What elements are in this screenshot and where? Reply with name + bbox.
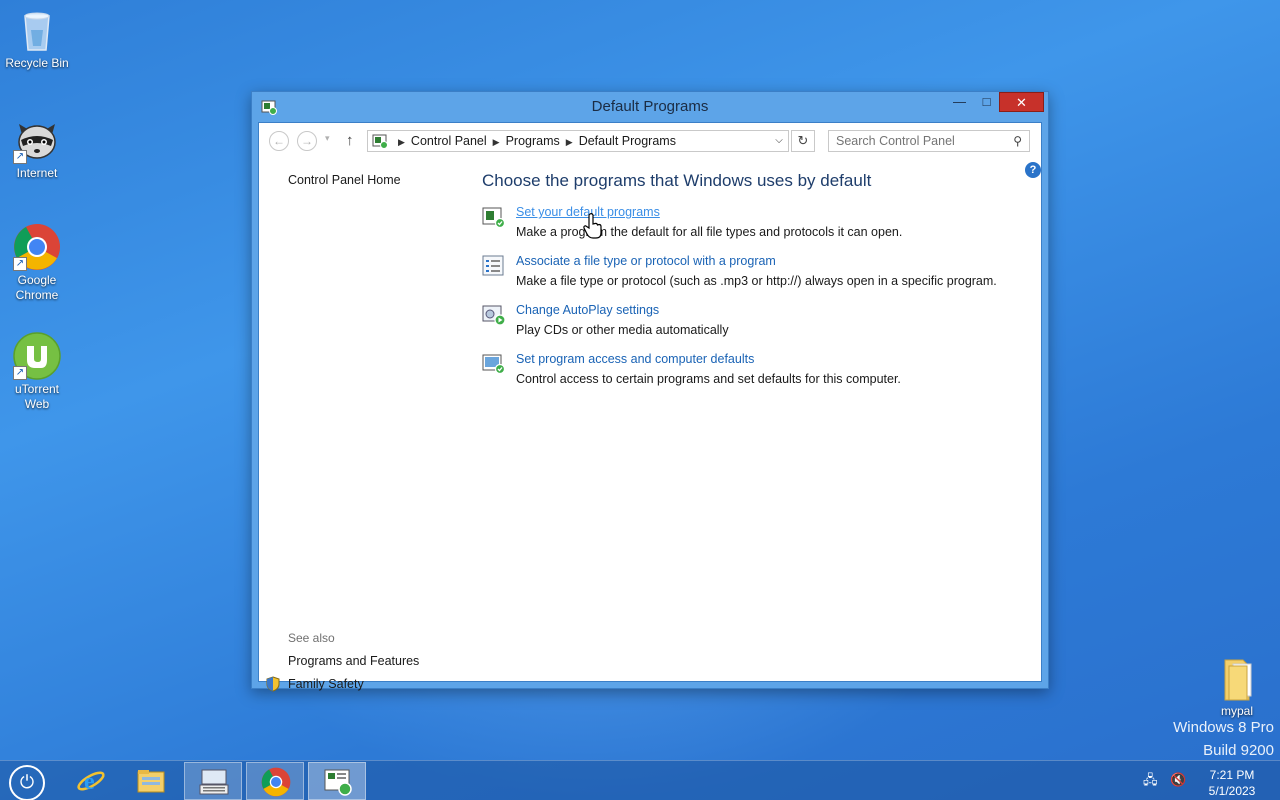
desktop-icon-label: Google Chrome [15,273,59,302]
breadcrumb-item-programs[interactable]: Programs [506,134,560,148]
breadcrumb-item-default-programs[interactable]: Default Programs [579,134,676,148]
chrome-icon: ↗ [13,223,61,271]
internet-explorer-icon: e [77,769,105,795]
breadcrumb-separator-icon[interactable]: ▶ [493,137,500,147]
chrome-icon [261,767,291,797]
desktop-icon-recycle-bin[interactable]: Recycle Bin [0,6,74,71]
keyboard-icon [199,769,229,795]
task-description: Control access to certain programs and s… [516,372,901,386]
minimize-button[interactable]: — [946,92,973,112]
program-access-icon [482,354,506,375]
window-content: ← → ▾ ↑ ▶ Control Panel ▶ Programs ▶ Default … [258,122,1042,692]
default-programs-window: Default Programs — □ ✕ ← → ▾ ↑ ▶ Control … [251,91,1049,692]
maximize-button[interactable]: □ [973,92,1000,112]
see-also-title: See also [288,631,335,645]
programs-and-features-link[interactable]: Programs and Features [288,654,488,668]
taskbar: ⏻ e 🖧 🔇 7:21 PM 5/1/2023 [0,760,1280,800]
task-description: Play CDs or other media automatically [516,323,729,337]
task-change-autoplay: Change AutoPlay settings Play CDs or oth… [482,303,1022,352]
navigation-bar: ← → ▾ ↑ ▶ Control Panel ▶ Programs ▶ Default … [259,123,1041,159]
taskbar-item-google-chrome[interactable] [246,762,304,800]
clock-time: 7:21 PM [1209,768,1255,782]
utorrent-icon: ↗ [13,332,61,380]
family-safety-link[interactable]: Family Safety [266,676,488,692]
svg-text:e: e [84,769,95,795]
back-arrow-icon[interactable]: ← [269,131,289,151]
desktop-icon-mypal[interactable]: mypal [1200,654,1274,719]
see-also-section: See also Programs and Features Family Sa… [266,631,488,700]
breadcrumb-item-control-panel[interactable]: Control Panel [411,134,487,148]
help-icon[interactable]: ? [1025,162,1041,178]
forward-arrow-icon[interactable]: → [297,131,317,151]
page-title: Choose the programs that Windows uses by… [482,171,872,190]
refresh-icon[interactable]: ↻ [791,130,815,152]
autoplay-icon [482,305,506,326]
address-bar[interactable]: ▶ Control Panel ▶ Programs ▶ Default Programs… [367,130,789,152]
raccoon-icon: ↗ [13,116,61,164]
watermark-edition: Windows 8 Pro [1173,719,1274,736]
main-content: Choose the programs that Windows uses by… [482,171,1022,401]
breadcrumb: ▶ Control Panel ▶ Programs ▶ Default Programs [392,134,676,148]
search-icon[interactable]: ⚲ [1013,134,1022,148]
shortcut-arrow-icon: ↗ [13,366,27,380]
change-autoplay-settings-link[interactable]: Change AutoPlay settings [516,303,659,318]
task-set-default-programs: Set your default programs Make a program… [482,205,1022,254]
family-safety-label: Family Safety [288,677,364,691]
folder-icon [1213,654,1261,702]
shortcut-arrow-icon: ↗ [13,150,27,164]
breadcrumb-separator-icon[interactable]: ▶ [566,137,573,147]
clock-date: 5/1/2023 [1208,784,1256,798]
shield-icon [266,676,280,692]
search-box[interactable]: ⚲ [828,130,1030,152]
address-dropdown-chevron-icon[interactable]: ⌵ [770,131,788,151]
recent-locations-chevron-icon[interactable]: ▾ [325,133,330,144]
control-panel-icon [372,134,388,149]
clock[interactable]: 7:21 PM 5/1/2023 [1192,767,1272,799]
window-title: Default Programs [591,98,709,115]
control-panel-icon [324,769,352,796]
taskbar-item-file-explorer[interactable] [122,762,180,800]
task-program-access: Set program access and computer defaults… [482,352,1022,401]
breadcrumb-separator-icon: ▶ [398,137,405,147]
watermark-build: Build 9200 [1203,742,1274,759]
taskbar-item-on-screen-keyboard[interactable] [184,762,242,800]
default-programs-icon [482,207,506,228]
left-pane: Control Panel Home [288,173,478,187]
volume-muted-icon[interactable]: 🔇 [1170,772,1188,790]
windows-watermark: Windows 8 Pro Build 9200 [1173,716,1274,762]
up-arrow-icon[interactable]: ↑ [346,132,354,149]
file-explorer-icon [137,770,165,793]
system-tray: 🖧 🔇 [1143,771,1194,790]
program-access-defaults-link[interactable]: Set program access and computer defaults [516,352,754,367]
control-panel-home-link[interactable]: Control Panel Home [288,173,478,187]
task-description: Make a file type or protocol (such as .m… [516,274,997,288]
taskbar-item-internet-explorer[interactable]: e [62,762,120,800]
search-input[interactable] [829,131,999,151]
associate-file-type-link[interactable]: Associate a file type or protocol with a… [516,254,776,269]
desktop-icon-label: Recycle Bin [5,56,69,70]
file-list-icon [482,255,504,276]
title-bar[interactable]: Default Programs — □ ✕ [252,92,1048,122]
desktop-icon-label: Internet [16,166,58,180]
network-icon[interactable]: 🖧 [1143,771,1161,789]
desktop-icon-internet[interactable]: ↗ Internet [0,116,74,181]
desktop-icon-google-chrome[interactable]: ↗ Google Chrome [0,223,74,303]
taskbar-item-control-panel[interactable] [308,762,366,800]
start-power-icon[interactable]: ⏻ [9,765,45,800]
desktop-icon-utorrent-web[interactable]: ↗ uTorrent Web [0,332,74,412]
close-button[interactable]: ✕ [999,92,1044,112]
desktop-icon-label: uTorrent Web [14,382,60,411]
shortcut-arrow-icon: ↗ [13,257,27,271]
recycle-bin-icon [13,6,61,54]
hand-cursor-icon [583,213,602,239]
task-associate-file-type: Associate a file type or protocol with a… [482,254,1022,303]
